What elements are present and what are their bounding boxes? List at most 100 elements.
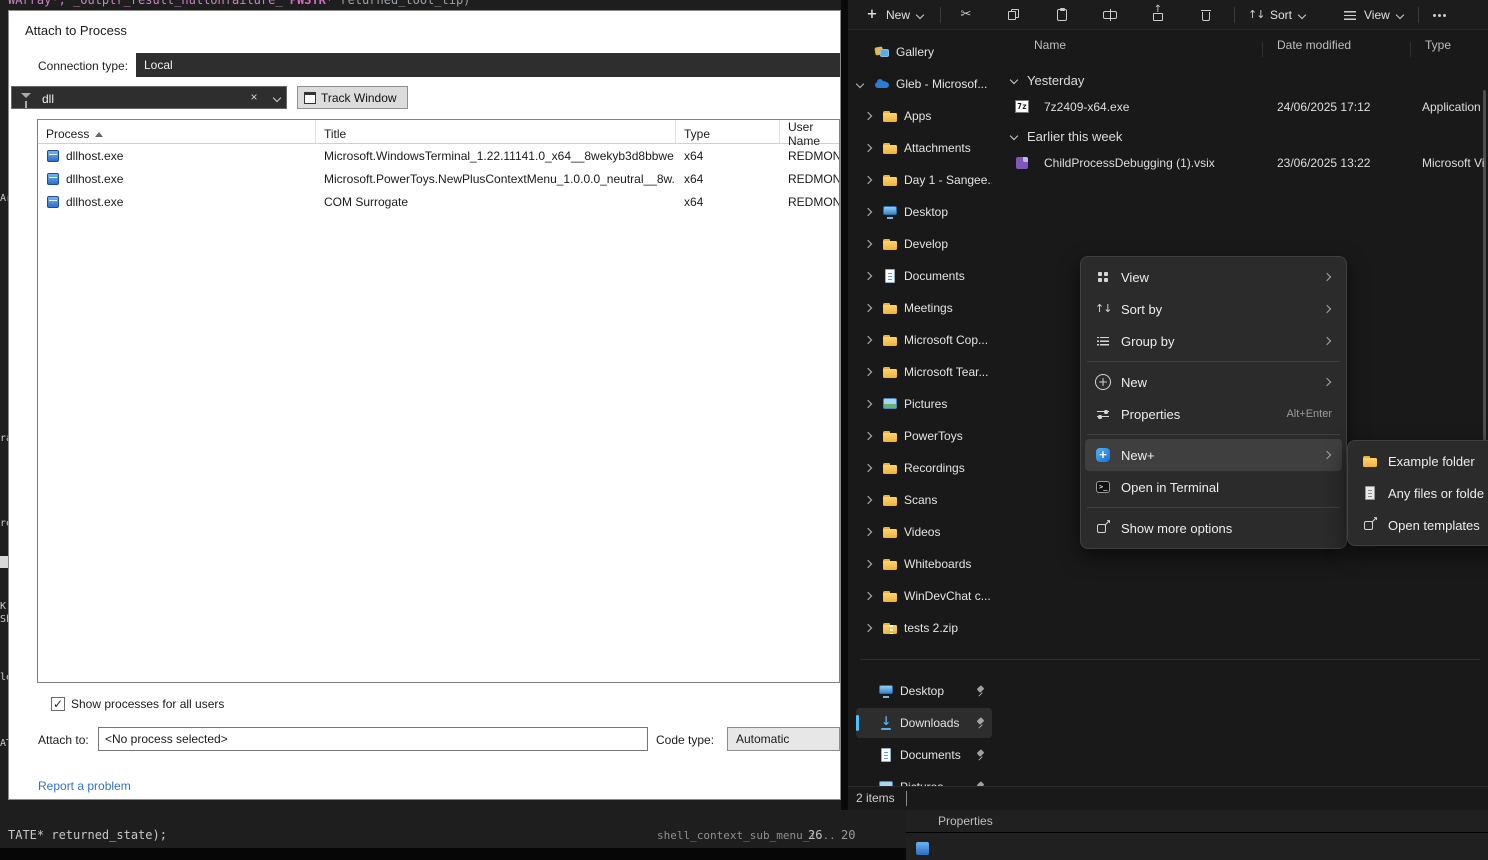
tree-chevron-icon[interactable]: [864, 240, 878, 249]
group-header-yesterday[interactable]: Yesterday: [1010, 68, 1084, 92]
tree-chevron-icon[interactable]: [864, 464, 878, 473]
column-divider[interactable]: [1410, 42, 1411, 57]
tree-chevron-icon[interactable]: [864, 272, 878, 281]
dialog-title: Attach to Process: [25, 23, 127, 38]
folder-icon: [882, 428, 898, 444]
group-header-earlier-this-week[interactable]: Earlier this week: [1010, 124, 1122, 148]
menu-item-new-plus[interactable]: New+: [1085, 439, 1342, 471]
tree-chevron-icon[interactable]: [864, 208, 878, 217]
column-header-title[interactable]: Title: [316, 120, 676, 143]
sidebar-item-desktop-pinned[interactable]: Desktop: [856, 676, 992, 706]
folder-icon: [882, 108, 898, 124]
menu-item-properties[interactable]: Properties Alt+Enter: [1085, 398, 1342, 430]
show-more-icon: [1095, 520, 1111, 536]
sidebar-item-onedrive-root[interactable]: Gleb - Microsof...: [852, 69, 996, 99]
menu-shortcut: Alt+Enter: [1286, 408, 1332, 420]
filter-icon: [21, 93, 31, 98]
menu-item-open-in-terminal[interactable]: Open in Terminal: [1085, 471, 1342, 503]
folder-icon: [882, 524, 898, 540]
process-filter-input[interactable]: [40, 87, 234, 110]
sidebar-item-day1[interactable]: Day 1 - Sangee...: [860, 165, 996, 195]
sidebar-item-attachments[interactable]: Attachments: [860, 133, 996, 163]
tree-chevron-icon[interactable]: [864, 624, 878, 633]
sidebar-item-recordings[interactable]: Recordings: [860, 453, 996, 483]
clear-filter-icon[interactable]: [246, 89, 262, 105]
menu-item-view[interactable]: View: [1085, 261, 1342, 293]
column-header-date[interactable]: Date modified: [1277, 38, 1351, 62]
sidebar-item-documents-pinned[interactable]: Documents: [856, 740, 992, 770]
sidebar-item-powertoys[interactable]: PowerToys: [860, 421, 996, 451]
menu-item-new[interactable]: New: [1085, 366, 1342, 398]
code-editor-top-strip: WArray*, _Outptr_result_nullonfailure_ P…: [0, 0, 841, 10]
code-fragment: Ar: [0, 193, 8, 204]
submenu-item-any-files[interactable]: Any files or folde: [1352, 477, 1488, 509]
track-window-button[interactable]: Track Window: [297, 86, 408, 109]
process-row[interactable]: dllhost.exe Microsoft.WindowsTerminal_1.…: [38, 144, 839, 167]
sidebar-item-documents[interactable]: Documents: [860, 261, 996, 291]
report-problem-link[interactable]: Report a problem: [38, 779, 131, 793]
sidebar-item-microsoft-tear[interactable]: Microsoft Tear...: [860, 357, 996, 387]
sidebar-item-meetings[interactable]: Meetings: [860, 293, 996, 323]
codelens-col-count[interactable]: 20: [841, 828, 855, 842]
chevron-down-icon[interactable]: [1010, 132, 1019, 141]
column-divider[interactable]: [1262, 42, 1263, 57]
code-line: WArray*, _Outptr_result_nullonfailure_ P…: [8, 0, 470, 7]
tree-chevron-icon[interactable]: [864, 144, 878, 153]
tree-chevron-icon[interactable]: [856, 48, 870, 57]
menu-separator: [1087, 434, 1340, 435]
tree-chevron-icon[interactable]: [864, 400, 878, 409]
sidebar-item-pictures[interactable]: Pictures: [860, 389, 996, 419]
menu-item-group-by[interactable]: Group by: [1085, 325, 1342, 357]
process-row[interactable]: dllhost.exe Microsoft.PowerToys.NewPlusC…: [38, 167, 839, 190]
new-button[interactable]: New: [856, 3, 933, 27]
file-row[interactable]: ChildProcessDebugging (1).vsix 23/06/202…: [1000, 150, 1488, 176]
code-editor-left-strip: Ar ra re K Sh le AT: [0, 10, 8, 848]
connection-type-combobox[interactable]: Local: [136, 53, 840, 77]
sidebar-item-apps[interactable]: Apps: [860, 101, 996, 131]
column-header-name[interactable]: Name: [1034, 38, 1066, 62]
navigation-pane: Gallery Gleb - Microsof... Apps Attachme…: [852, 37, 996, 787]
tree-chevron-icon[interactable]: [864, 112, 878, 121]
tree-chevron-icon[interactable]: [864, 304, 878, 313]
sidebar-item-videos[interactable]: Videos: [860, 517, 996, 547]
column-header-type[interactable]: Type: [676, 120, 780, 143]
cut-button[interactable]: [944, 3, 988, 27]
sidebar-item-downloads-pinned[interactable]: Downloads: [856, 708, 992, 738]
sidebar-item-tests-zip[interactable]: tests 2.zip: [860, 613, 996, 643]
column-header-type[interactable]: Type: [1425, 38, 1451, 62]
tree-chevron-icon[interactable]: [864, 336, 878, 345]
attach-to-field[interactable]: [98, 727, 648, 751]
submenu-item-example-folder[interactable]: Example folder: [1352, 445, 1488, 477]
code-type-combobox[interactable]: Automatic: [727, 727, 840, 751]
tree-chevron-icon[interactable]: [864, 560, 878, 569]
file-row[interactable]: 7z2409-x64.exe 24/06/2025 17:12 Applicat…: [1000, 94, 1488, 120]
tree-chevron-icon[interactable]: [864, 592, 878, 601]
tree-chevron-icon[interactable]: [864, 432, 878, 441]
filter-dropdown-icon[interactable]: [273, 94, 282, 103]
tree-chevron-icon[interactable]: [856, 80, 870, 89]
tree-chevron-icon[interactable]: [864, 368, 878, 377]
tree-chevron-icon[interactable]: [864, 496, 878, 505]
codelens-ref-count[interactable]: 26: [808, 828, 822, 842]
attach-to-process-dialog: Attach to Process Connection type: Local…: [8, 10, 841, 800]
tree-chevron-icon[interactable]: [864, 176, 878, 185]
sidebar-item-whiteboards[interactable]: Whiteboards: [860, 549, 996, 579]
menu-item-sort-by[interactable]: Sort by: [1085, 293, 1342, 325]
desktop-icon: [882, 204, 898, 220]
newplus-app-icon: [1095, 447, 1111, 463]
pin-icon: [975, 686, 986, 697]
sidebar-item-gallery[interactable]: Gallery: [852, 37, 996, 67]
show-all-users-checkbox[interactable]: [51, 697, 65, 711]
menu-item-show-more-options[interactable]: Show more options: [1085, 512, 1342, 544]
column-header-username[interactable]: User Name: [780, 120, 839, 143]
process-row[interactable]: dllhost.exe COM Surrogate x64 REDMOND: [38, 190, 839, 213]
sidebar-item-develop[interactable]: Develop: [860, 229, 996, 259]
sidebar-item-microsoft-cop[interactable]: Microsoft Cop...: [860, 325, 996, 355]
sidebar-item-scans[interactable]: Scans: [860, 485, 996, 515]
chevron-down-icon[interactable]: [1010, 76, 1019, 85]
tree-chevron-icon[interactable]: [864, 528, 878, 537]
column-header-process[interactable]: Process: [38, 120, 316, 143]
submenu-item-open-templates[interactable]: Open templates: [1352, 509, 1488, 541]
sidebar-item-windevchat[interactable]: WinDevChat c...: [860, 581, 996, 611]
sidebar-item-desktop[interactable]: Desktop: [860, 197, 996, 227]
